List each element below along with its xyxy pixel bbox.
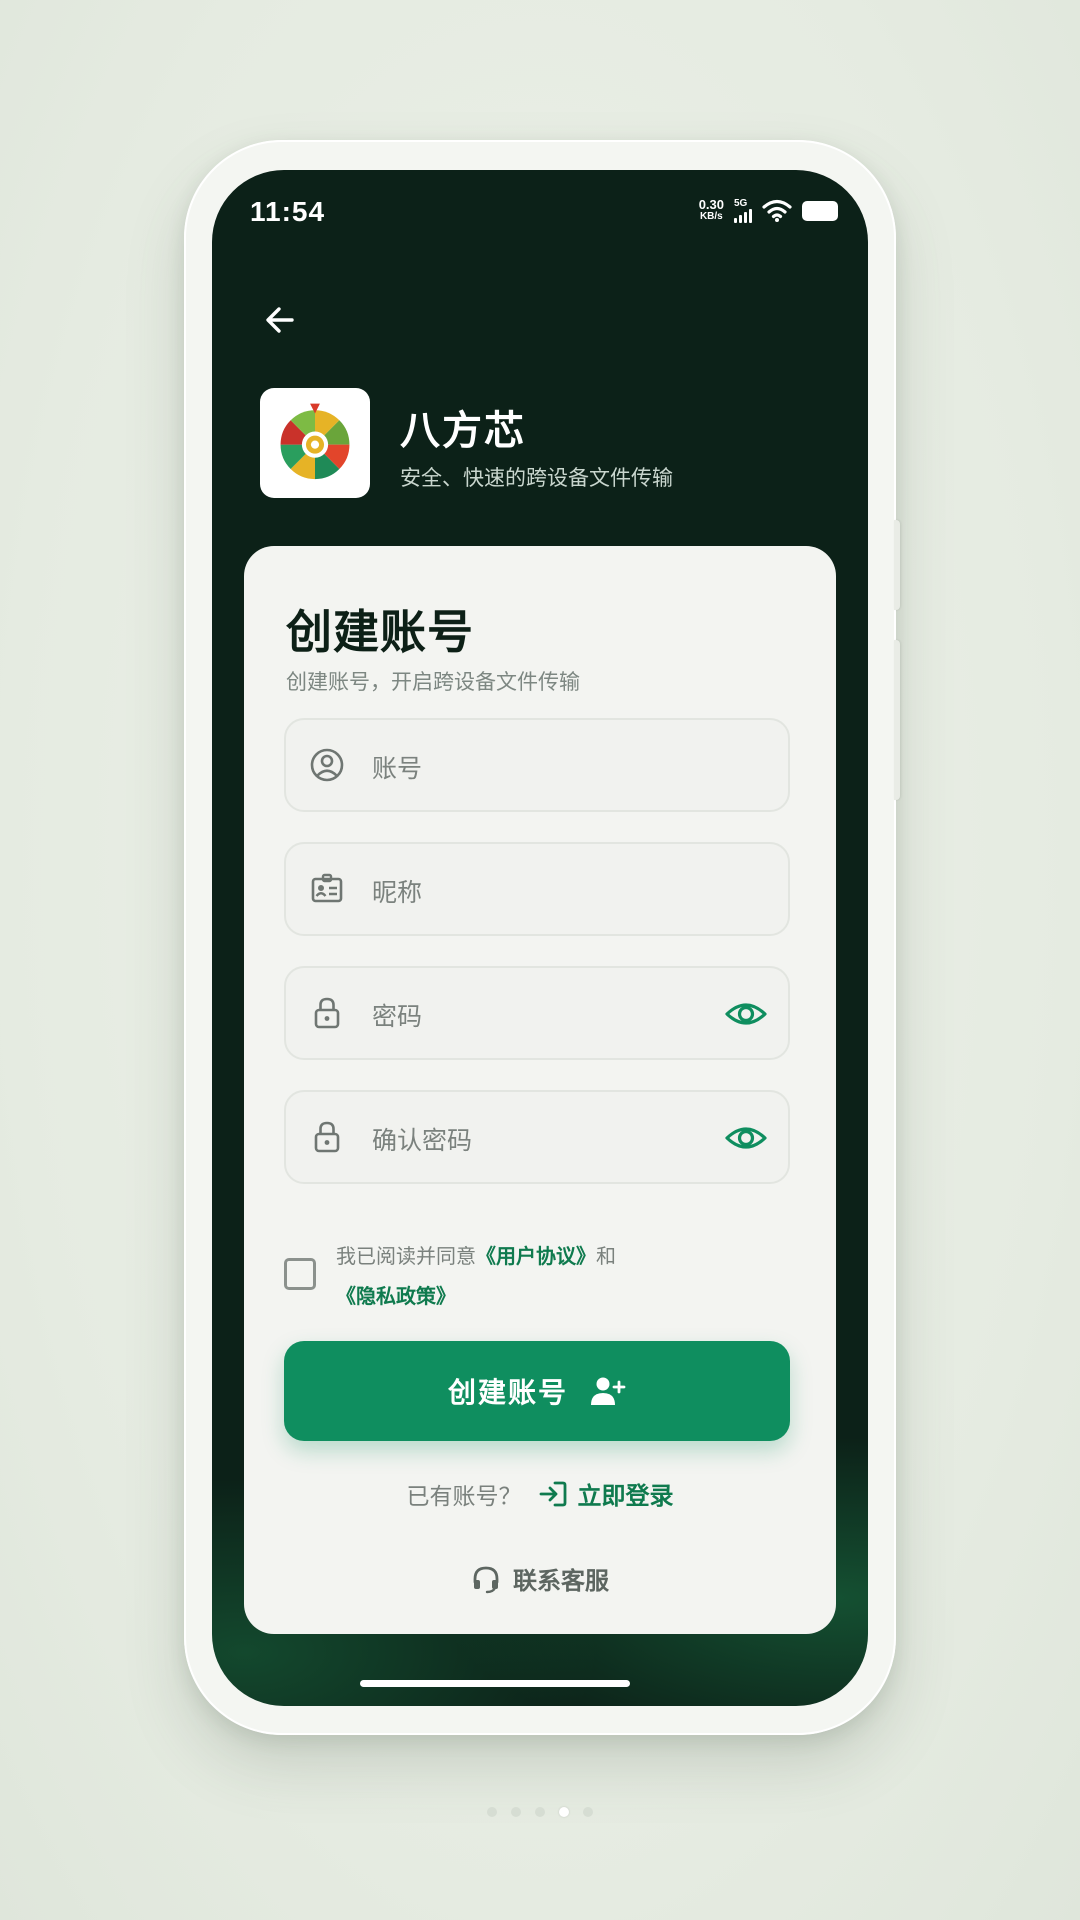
id-card-icon xyxy=(311,873,343,903)
nickname-input[interactable]: 昵称 xyxy=(284,842,790,936)
phone-volume-button xyxy=(894,640,900,800)
login-row: 已有账号？ 立即登录 xyxy=(244,1476,836,1511)
pager-dot-active[interactable] xyxy=(559,1807,569,1817)
phone-side-button xyxy=(894,520,900,610)
create-account-label: 创建账号 xyxy=(447,1376,568,1409)
confirm-password-input[interactable]: 确认密码 xyxy=(284,1090,790,1184)
pager-dots xyxy=(0,1807,1080,1817)
support-link[interactable]: 联系客服 xyxy=(244,1561,836,1596)
agreement-text: 我已阅读并同意《用户协议》和《隐私政策》 xyxy=(336,1236,776,1316)
password-placeholder: 密码 xyxy=(372,1002,423,1031)
confirm-password-placeholder: 确认密码 xyxy=(372,1126,473,1155)
phone-screen: 11:54 0.30 KB/s 5G 八方芯 安全、快速的跨设备文件传输 创建账… xyxy=(212,170,868,1706)
account-placeholder: 账号 xyxy=(372,754,423,783)
app-name: 八方芯 xyxy=(400,408,526,454)
user-circle-icon xyxy=(310,748,344,782)
home-indicator[interactable] xyxy=(360,1680,630,1687)
signal-icon: 5G xyxy=(734,198,752,223)
wifi-icon xyxy=(762,199,792,222)
eye-icon[interactable] xyxy=(724,992,768,1036)
app-tagline: 安全、快速的跨设备文件传输 xyxy=(400,466,673,490)
user-agreement-link[interactable]: 《用户协议》 xyxy=(476,1244,596,1268)
headset-icon xyxy=(473,1566,499,1593)
user-add-icon xyxy=(591,1377,626,1405)
pager-dot[interactable] xyxy=(583,1807,593,1817)
app-logo xyxy=(260,388,370,498)
have-account-text: 已有账号？ xyxy=(406,1483,522,1510)
eye-icon[interactable] xyxy=(724,1116,768,1160)
net-speed-value: 0.30 xyxy=(698,196,724,212)
status-icons: 0.30 KB/s 5G xyxy=(699,198,838,223)
lock-icon xyxy=(314,997,340,1029)
status-time: 11:54 xyxy=(250,196,326,227)
support-label: 联系客服 xyxy=(513,1567,609,1595)
stage: 11:54 0.30 KB/s 5G 八方芯 安全、快速的跨设备文件传输 创建账… xyxy=(0,0,1080,1920)
agreement-conjunction: 和 xyxy=(596,1244,616,1268)
register-card: 创建账号 创建账号，开启跨设备文件传输 账号 昵称 密码 确认密码 我已阅读并同… xyxy=(244,546,836,1634)
password-input[interactable]: 密码 xyxy=(284,966,790,1060)
wheel-logo-icon xyxy=(280,403,350,480)
privacy-policy-link[interactable]: 《隐私政策》 xyxy=(336,1284,456,1308)
form-title: 创建账号 xyxy=(286,605,474,659)
login-icon xyxy=(539,1481,566,1506)
create-account-button[interactable]: 创建账号 xyxy=(284,1341,790,1441)
network-type: 5G xyxy=(734,198,748,209)
pager-dot[interactable] xyxy=(535,1807,545,1817)
agreement-checkbox[interactable] xyxy=(284,1258,316,1290)
arrow-left-icon[interactable] xyxy=(260,300,300,340)
agreement-prefix: 我已阅读并同意 xyxy=(336,1244,476,1268)
net-speed: 0.30 KB/s xyxy=(698,196,724,223)
login-link[interactable]: 立即登录 xyxy=(538,1476,674,1511)
pager-dot[interactable] xyxy=(487,1807,497,1817)
nickname-placeholder: 昵称 xyxy=(372,878,423,907)
pager-dot[interactable] xyxy=(511,1807,521,1817)
login-label: 立即登录 xyxy=(577,1482,674,1510)
account-input[interactable]: 账号 xyxy=(284,718,790,812)
lock-icon xyxy=(314,1121,340,1153)
battery-icon xyxy=(802,200,838,221)
net-speed-unit: KB/s xyxy=(699,210,723,222)
form-subtitle: 创建账号，开启跨设备文件传输 xyxy=(286,670,580,694)
